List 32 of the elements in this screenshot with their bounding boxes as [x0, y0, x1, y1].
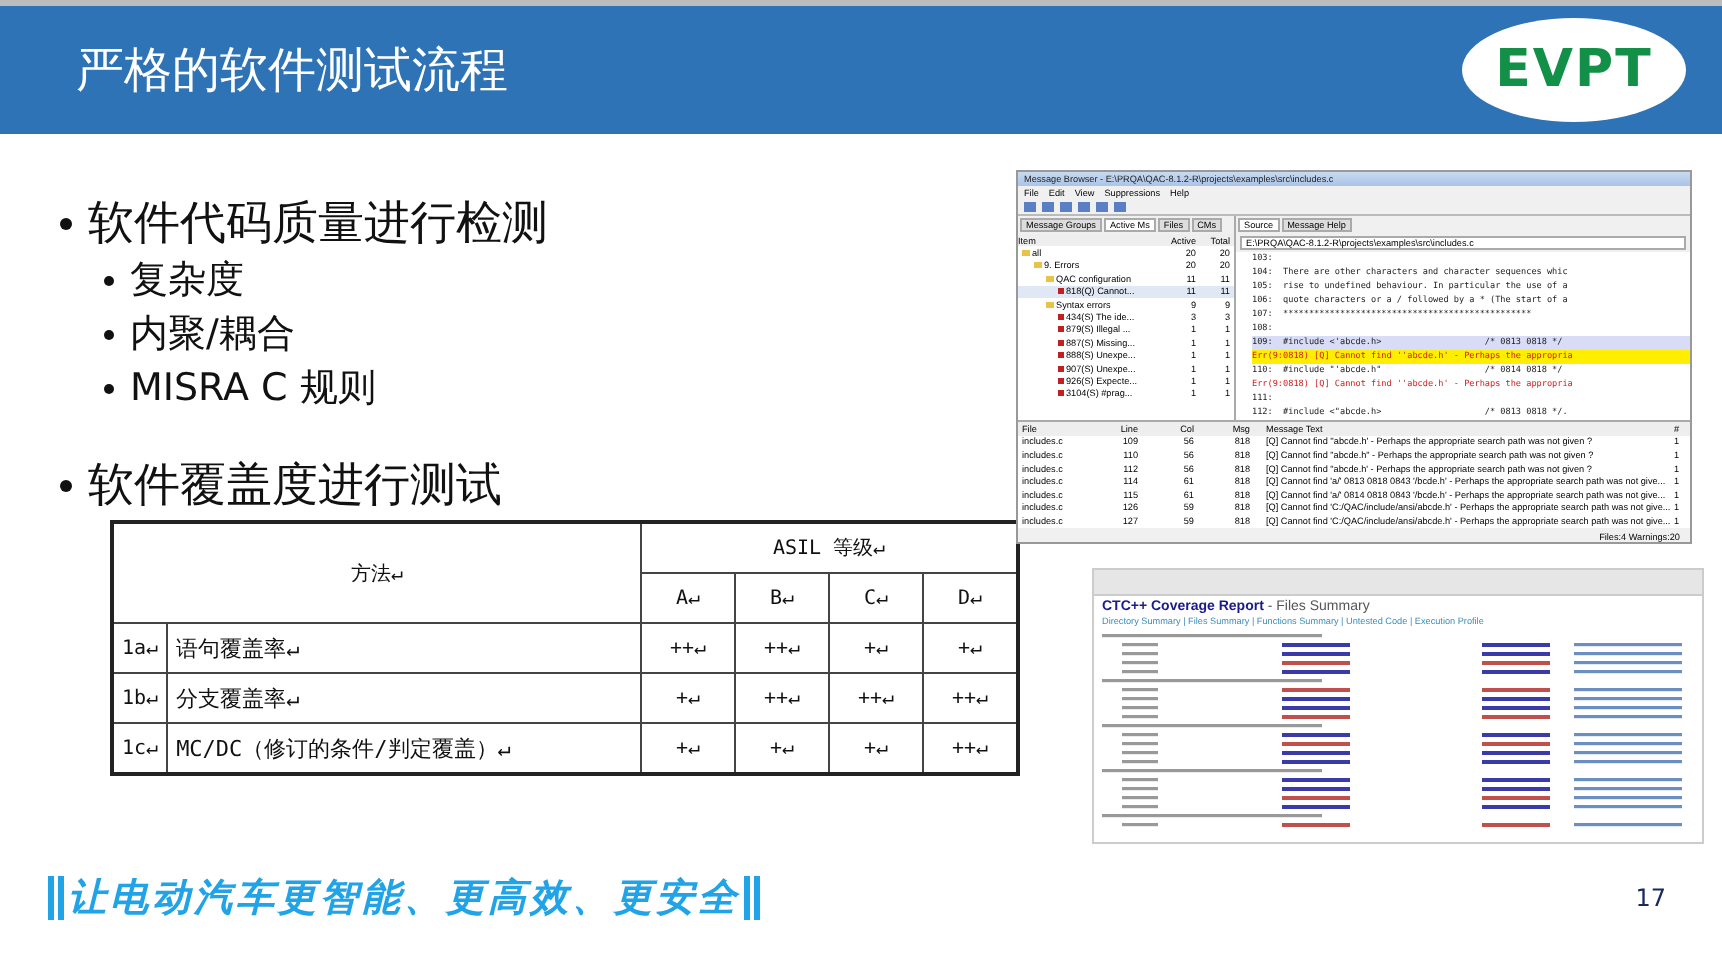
sub-bullet-text: 内聚/耦合 — [130, 310, 295, 360]
table-cell: ++↵ — [829, 673, 923, 723]
bullet-icon — [60, 480, 72, 492]
slide-title: 严格的软件测试流程 — [76, 40, 508, 102]
bullet-icon — [104, 384, 114, 394]
table-cell: 1a↵ — [112, 623, 168, 673]
bullet-icon — [104, 330, 114, 340]
table-cell: 分支覆盖率↵ — [167, 673, 641, 723]
table-header: 方法↵ — [112, 522, 641, 623]
table-cell: ++↵ — [735, 623, 829, 673]
error-icon — [1058, 288, 1064, 295]
table-cell: +↵ — [829, 623, 923, 673]
bullet-icon — [60, 218, 72, 230]
sub-bullet-text: MISRA C 规则 — [130, 364, 376, 414]
table-cell: ++↵ — [735, 673, 829, 723]
table-cell: ++↵ — [641, 623, 735, 673]
bullet-icon — [104, 276, 114, 286]
table-cell: +↵ — [641, 673, 735, 723]
double-bar-icon — [48, 876, 64, 920]
bullet-text: 软件覆盖度进行测试 — [88, 458, 502, 516]
page-number: 17 — [1635, 884, 1666, 912]
logo-text: EVPT — [1495, 40, 1653, 100]
bullet-text: 软件代码质量进行检测 — [88, 196, 548, 254]
table-header: C↵ — [829, 573, 923, 623]
table-header: A↵ — [641, 573, 735, 623]
table-cell: 语句覆盖率↵ — [167, 623, 641, 673]
table-cell: 1b↵ — [112, 673, 168, 723]
sub-bullet-text: 复杂度 — [130, 256, 244, 306]
folder-icon — [1046, 301, 1054, 308]
table-header: B↵ — [735, 573, 829, 623]
double-bar-icon — [744, 876, 760, 920]
slogan-text: 让电动汽车更智能、更高效、更安全 — [68, 874, 740, 924]
